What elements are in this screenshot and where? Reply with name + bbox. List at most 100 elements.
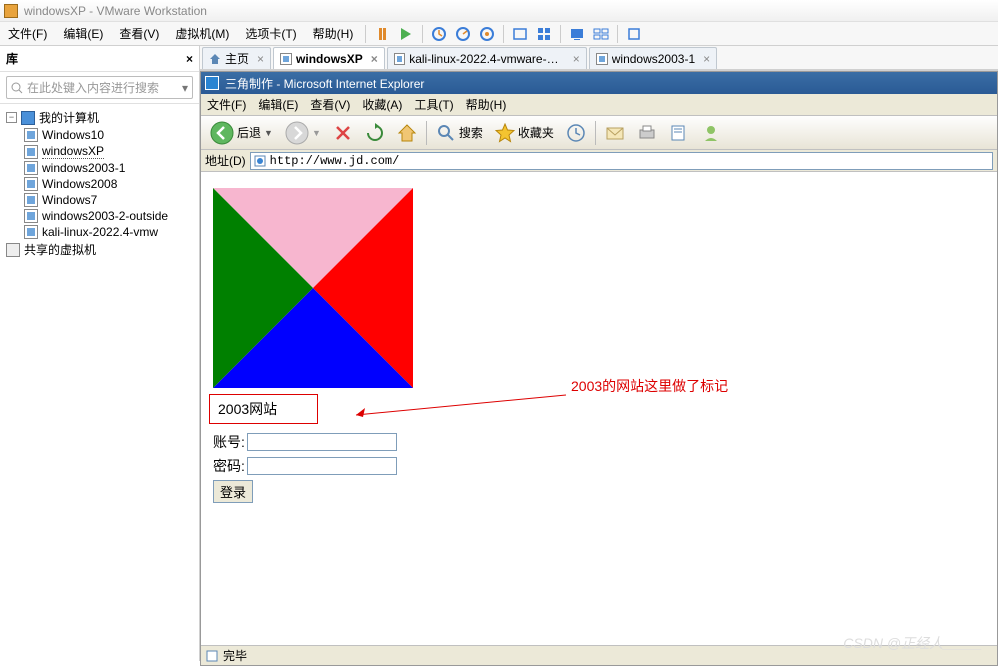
tab-close-icon[interactable]: × xyxy=(573,52,580,66)
stretch-icon[interactable] xyxy=(624,24,644,44)
vm-icon xyxy=(24,145,38,159)
done-icon xyxy=(205,649,219,663)
ie-history-button[interactable] xyxy=(561,120,591,146)
password-input[interactable] xyxy=(247,457,397,475)
tab-home[interactable]: 主页 × xyxy=(202,47,271,69)
vm-icon xyxy=(24,225,38,239)
tab-windows2003-1[interactable]: windows2003-1 × xyxy=(589,47,717,69)
tree-item-windows7[interactable]: Windows7 xyxy=(2,192,197,208)
fullscreen-icon[interactable] xyxy=(510,24,530,44)
home-icon xyxy=(209,53,221,65)
separator xyxy=(426,121,427,145)
menu-help[interactable]: 帮助(H) xyxy=(305,22,362,45)
annotation-arrow xyxy=(341,390,571,430)
separator xyxy=(422,25,423,43)
account-input[interactable] xyxy=(247,433,397,451)
ie-status-bar/: 完毕 xyxy=(201,645,997,665)
vm-icon xyxy=(596,53,608,65)
tree-item-windows2008[interactable]: Windows2008 xyxy=(2,176,197,192)
edit-icon xyxy=(669,123,689,143)
computer-icon xyxy=(21,111,35,125)
ie-status-text: 完毕 xyxy=(223,647,247,664)
library-search-input[interactable]: 在此处键入内容进行搜索 ▾ xyxy=(6,76,193,99)
annotation-text: 2003的网站这里做了标记 xyxy=(571,376,728,396)
ie-forward-button[interactable]: ▼ xyxy=(280,118,326,148)
tree-root-mycomputer[interactable]: −我的计算机 xyxy=(2,108,197,127)
tree-item-windows10[interactable]: Windows10 xyxy=(2,127,197,143)
vm-icon xyxy=(24,177,38,191)
ie-edit-button[interactable] xyxy=(664,120,694,146)
address-label: 地址(D) xyxy=(205,152,246,169)
ie-messenger-button[interactable] xyxy=(696,120,726,146)
pause-button[interactable] xyxy=(372,24,392,44)
tab-close-icon[interactable]: × xyxy=(371,52,378,66)
ie-print-button[interactable] xyxy=(632,120,662,146)
print-icon xyxy=(637,123,657,143)
sidebar-close-icon[interactable]: × xyxy=(186,52,193,66)
play-button[interactable] xyxy=(396,24,416,44)
vmware-icon xyxy=(4,4,18,18)
vm-tabs: 主页 × windowsXP × kali-linux-2022.4-vmwar… xyxy=(200,46,998,70)
tree-item-kali[interactable]: kali-linux-2022.4-vmw xyxy=(2,224,197,240)
menu-tabs[interactable]: 选项卡(T) xyxy=(237,22,304,45)
account-label: 账号: xyxy=(213,432,245,452)
back-icon xyxy=(210,121,234,145)
tree-item-windows2003-1[interactable]: windows2003-1 xyxy=(2,160,197,176)
refresh-icon xyxy=(365,123,385,143)
menu-vm[interactable]: 虚拟机(M) xyxy=(167,22,237,45)
dropdown-icon: ▾ xyxy=(182,81,188,95)
snapshot-rev-icon[interactable] xyxy=(477,24,497,44)
app-menubar: 文件(F) 编辑(E) 查看(V) 虚拟机(M) 选项卡(T) 帮助(H) xyxy=(0,22,998,46)
ie-menu-favorites[interactable]: 收藏(A) xyxy=(356,94,408,115)
ie-address-bar: 地址(D) http://www.jd.com/ xyxy=(201,150,997,172)
ie-menu-edit[interactable]: 编辑(E) xyxy=(252,94,304,115)
tree-shared-vms[interactable]: 共享的虚拟机 xyxy=(2,240,197,259)
console-icon[interactable] xyxy=(567,24,587,44)
ie-menu-tools[interactable]: 工具(T) xyxy=(408,94,459,115)
tree-item-windowsxp[interactable]: windowsXP xyxy=(2,143,197,160)
ie-menu-view[interactable]: 查看(V) xyxy=(304,94,356,115)
site-tag-label: 2003网站 xyxy=(209,394,318,424)
collapse-icon[interactable]: − xyxy=(6,112,17,123)
shared-icon xyxy=(6,243,20,257)
ie-search-button[interactable]: 搜索 xyxy=(431,120,488,146)
tab-close-icon[interactable]: × xyxy=(703,52,710,66)
unity-icon[interactable] xyxy=(534,24,554,44)
menu-file[interactable]: 文件(F) xyxy=(0,22,55,45)
menu-view[interactable]: 查看(V) xyxy=(111,22,167,45)
search-icon xyxy=(436,123,456,143)
ie-stop-button[interactable] xyxy=(328,120,358,146)
sidebar-title: 库 xyxy=(6,50,18,67)
tab-windowsxp[interactable]: windowsXP × xyxy=(273,47,385,69)
search-icon xyxy=(11,82,23,94)
ie-menu-file[interactable]: 文件(F) xyxy=(201,94,252,115)
vm-display: 三角制作 - Microsoft Internet Explorer 文件(F)… xyxy=(200,70,998,661)
menu-edit[interactable]: 编辑(E) xyxy=(55,22,111,45)
ie-menubar: 文件(F) 编辑(E) 查看(V) 收藏(A) 工具(T) 帮助(H) xyxy=(201,94,997,116)
snapshot-mgr-icon[interactable] xyxy=(453,24,473,44)
ie-toolbar: 后退 ▼ ▼ 搜索 xyxy=(201,116,997,150)
ie-page-icon xyxy=(253,154,267,168)
home-icon xyxy=(397,123,417,143)
app-titlebar: windowsXP - VMware Workstation xyxy=(0,0,998,22)
ie-favorites-button[interactable]: 收藏夹 xyxy=(490,120,559,146)
ie-home-button[interactable] xyxy=(392,120,422,146)
address-input[interactable]: http://www.jd.com/ xyxy=(250,152,993,170)
forward-icon xyxy=(285,121,309,145)
tab-kali[interactable]: kali-linux-2022.4-vmware-am... × xyxy=(387,47,587,69)
separator xyxy=(503,25,504,43)
tree-item-windows2003-2[interactable]: windows2003-2-outside xyxy=(2,208,197,224)
login-button[interactable]: 登录 xyxy=(213,480,253,503)
ie-refresh-button[interactable] xyxy=(360,120,390,146)
vm-icon xyxy=(394,53,405,65)
ie-mail-button[interactable] xyxy=(600,120,630,146)
ie-titlebar[interactable]: 三角制作 - Microsoft Internet Explorer xyxy=(201,72,997,94)
dropdown-icon: ▼ xyxy=(312,128,321,138)
thumbnail-icon[interactable] xyxy=(591,24,611,44)
ie-back-button[interactable]: 后退 ▼ xyxy=(205,118,278,148)
mail-icon xyxy=(605,123,625,143)
ie-menu-help[interactable]: 帮助(H) xyxy=(460,94,513,115)
triangle-graphic xyxy=(213,188,413,388)
snapshot-icon[interactable] xyxy=(429,24,449,44)
tab-close-icon[interactable]: × xyxy=(257,52,264,66)
